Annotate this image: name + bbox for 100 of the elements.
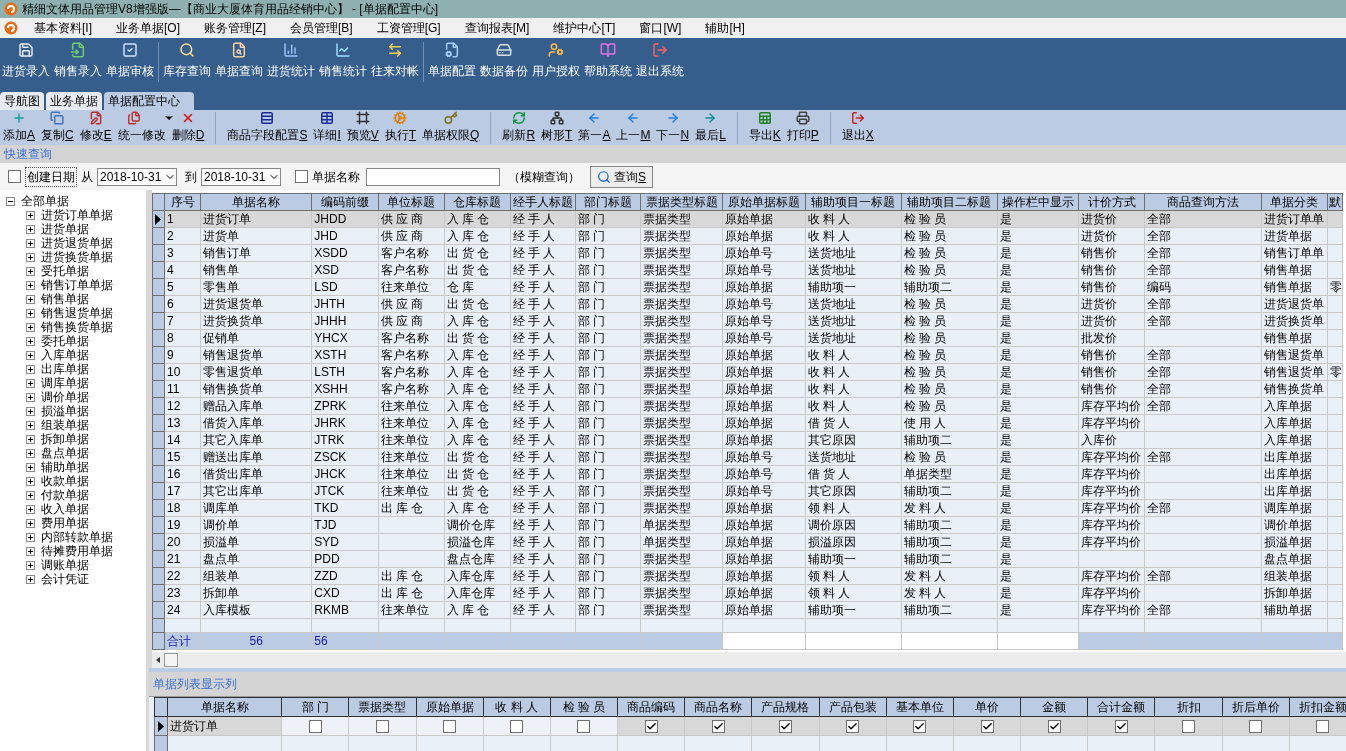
expand-icon[interactable] (26, 392, 35, 402)
toolbar-button[interactable]: 复制C (38, 111, 77, 144)
toolbar-button[interactable]: 单据审核 (104, 42, 156, 80)
toolbar-button[interactable]: 下一N (653, 111, 693, 144)
column-header[interactable]: 辅助项目二标题 (901, 193, 998, 211)
menu-item[interactable]: 维护中心[T] (545, 19, 624, 37)
checkbox[interactable] (1182, 720, 1195, 734)
checkbox[interactable] (8, 170, 21, 183)
toolbar-button[interactable]: 执行T (381, 111, 420, 144)
expand-icon[interactable] (26, 266, 35, 276)
column-header[interactable]: 商品编码 (617, 697, 685, 717)
date-picker[interactable]: 2018-10-31 (97, 167, 177, 186)
toolbar-button[interactable]: 销售统计 (317, 42, 369, 80)
menu-item[interactable]: 辅助[H] (697, 19, 753, 37)
column-header[interactable]: 经手人标题 (510, 193, 576, 211)
tab[interactable]: 单据配置中心 (104, 92, 194, 110)
column-header[interactable]: 折扣 (1154, 697, 1223, 717)
expand-icon[interactable] (26, 546, 35, 556)
checkbox[interactable] (1249, 720, 1263, 734)
expand-icon[interactable] (26, 350, 35, 360)
column-header[interactable]: 票据类型 (348, 697, 417, 717)
menu-item[interactable]: 工资管理[G] (368, 19, 449, 37)
column-header[interactable]: 部门标题 (575, 193, 641, 211)
toolbar-button[interactable]: 删除D (168, 111, 208, 144)
checkbox[interactable] (443, 720, 457, 734)
checkbox[interactable] (913, 720, 927, 734)
toolbar-button[interactable]: 树形T (538, 111, 576, 144)
input-field[interactable] (366, 167, 500, 186)
expand-icon[interactable] (26, 420, 35, 430)
toolbar-button[interactable]: 添加A (0, 111, 38, 144)
collapse-icon[interactable] (6, 196, 15, 206)
checkbox[interactable] (711, 720, 725, 734)
checkbox[interactable] (644, 720, 658, 734)
column-header[interactable]: 检 验 员 (550, 697, 618, 717)
expand-icon[interactable] (26, 476, 35, 486)
column-header[interactable]: 基本单位 (886, 697, 954, 717)
menu-item[interactable]: 查询报表[M] (456, 19, 538, 37)
menu-item[interactable]: 窗口[W] (631, 19, 690, 37)
expand-icon[interactable] (26, 322, 35, 332)
row-indicator[interactable] (152, 210, 165, 228)
toolbar-button[interactable]: 上一M (613, 111, 654, 144)
toolbar-button[interactable]: 进货录入 (0, 42, 52, 80)
column-header[interactable]: 辅助项目一标题 (805, 193, 902, 211)
expand-icon[interactable] (26, 364, 35, 374)
toolbar-button[interactable]: 详细I (310, 111, 344, 144)
checkbox[interactable] (779, 720, 792, 734)
expand-icon[interactable] (26, 574, 35, 584)
column-header[interactable]: 商品名称 (684, 697, 752, 717)
column-header[interactable]: 原始单据 (416, 697, 484, 717)
checkbox[interactable] (295, 170, 308, 183)
column-header[interactable]: 票据类型标题 (640, 193, 723, 211)
column-header[interactable]: 仓库标题 (444, 193, 511, 211)
checkbox[interactable] (1114, 720, 1128, 734)
toolbar-button[interactable]: 数据备份 (478, 42, 530, 80)
expand-icon[interactable] (26, 434, 35, 444)
column-header[interactable]: 折扣金额 (1289, 697, 1346, 717)
toolbar-button[interactable]: 修改E (76, 111, 115, 144)
toolbar-button[interactable]: 进货统计 (265, 42, 317, 80)
expand-icon[interactable] (26, 336, 35, 346)
expand-icon[interactable] (26, 294, 35, 304)
expand-icon[interactable] (26, 406, 35, 416)
column-header[interactable]: 部 门 (281, 697, 349, 717)
toolbar-button[interactable]: 统一修改 (114, 111, 169, 144)
expand-icon[interactable] (26, 238, 35, 248)
checkbox[interactable] (577, 720, 591, 734)
checkbox[interactable] (510, 720, 524, 734)
column-header[interactable]: 产品规格 (751, 697, 820, 717)
checkbox[interactable] (308, 720, 322, 734)
expand-icon[interactable] (26, 210, 35, 220)
expand-icon[interactable] (26, 490, 35, 500)
expand-icon[interactable] (26, 532, 35, 542)
expand-icon[interactable] (26, 224, 35, 234)
column-header[interactable]: 原始单据标题 (722, 193, 806, 211)
checkbox[interactable] (846, 720, 860, 734)
column-header[interactable]: 操作栏中显示 (997, 193, 1079, 211)
toolbar-button[interactable]: 预览V (343, 111, 382, 144)
toolbar-button[interactable]: 单据查询 (213, 42, 265, 80)
checkbox[interactable] (980, 720, 994, 734)
checkbox[interactable] (1316, 720, 1330, 734)
toolbar-button[interactable]: 导出K (745, 111, 784, 144)
column-header[interactable]: 单价 (953, 697, 1021, 717)
expand-icon[interactable] (26, 518, 35, 528)
date-picker[interactable]: 2018-10-31 (201, 167, 281, 186)
column-header[interactable]: 单据分类 (1261, 193, 1328, 211)
column-header[interactable]: 序号 (164, 193, 201, 211)
toolbar-button[interactable]: 单据权限Q (419, 111, 483, 144)
menu-item[interactable]: 账务管理[Z] (196, 19, 275, 37)
expand-icon[interactable] (26, 448, 35, 458)
expand-icon[interactable] (26, 308, 35, 318)
menu-item[interactable]: 业务单据[O] (108, 19, 189, 37)
horizontal-scrollbar[interactable] (149, 652, 1346, 668)
column-header[interactable]: 编码前缀 (311, 193, 378, 211)
column-header[interactable]: 产品包装 (819, 697, 887, 717)
expand-icon[interactable] (26, 252, 35, 262)
expand-icon[interactable] (26, 504, 35, 514)
tab[interactable]: 业务单据 (46, 92, 102, 110)
tab[interactable]: 导航图 (0, 92, 44, 110)
toolbar-button[interactable]: 用户授权 (530, 42, 582, 80)
checkbox[interactable] (375, 720, 389, 734)
toolbar-button[interactable]: 销售录入 (52, 42, 104, 80)
